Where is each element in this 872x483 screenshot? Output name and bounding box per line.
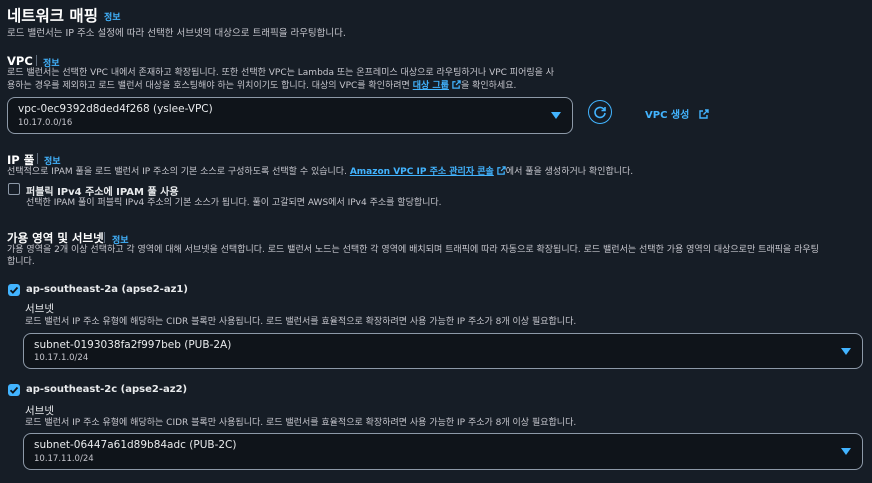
vpc-select-cidr: 10.17.0.0/16 [18, 118, 73, 128]
refresh-button[interactable] [588, 100, 612, 124]
subnet-select-value: subnet-0193038fa2f997beb (PUB-2A) [34, 339, 232, 351]
create-vpc-link[interactable]: VPC 생성 [645, 106, 709, 121]
section-title: 네트워크 매핑 [7, 7, 98, 25]
az-label-divider [104, 232, 105, 243]
section-info-link[interactable]: 정보 [104, 10, 121, 23]
caret-down-icon [841, 348, 851, 355]
subnet-select-cidr: 10.17.1.0/24 [34, 353, 89, 363]
subnet-label: 서브넷 [25, 303, 54, 315]
ip-pool-description-text: 선택적으로 IPAM 풀을 로드 밸런서 IP 주소의 기본 소스로 구성하도록… [7, 167, 350, 177]
az-name-ap-southeast-2c[interactable]: ap-southeast-2c (apse2-az2) [26, 384, 187, 395]
target-group-link[interactable]: 대상 그룹 [412, 80, 461, 91]
ipam-pool-checkbox[interactable] [8, 183, 20, 195]
subnet-select-ap-southeast-2a[interactable]: subnet-0193038fa2f997beb (PUB-2A) 10.17.… [23, 333, 863, 369]
subnet-description: 로드 밸런서 IP 주소 유형에 해당하는 CIDR 블록만 사용됩니다. 로드… [25, 418, 577, 428]
vpc-description-suffix: 을 확인하세요. [460, 81, 517, 91]
checkmark-icon [9, 386, 19, 394]
caret-down-icon [551, 112, 561, 119]
checkmark-icon [9, 286, 19, 294]
vpc-description-text: 용하는 경우를 제외하고 로드 밸런서 대상을 호스팅해야 하는 위치이기도 합… [7, 81, 413, 91]
ipam-pool-checkbox-description: 선택한 IPAM 풀이 퍼블릭 IPv4 주소의 기본 소스가 됩니다. 풀이 … [26, 198, 442, 208]
external-link-icon [497, 166, 506, 175]
subnet-select-ap-southeast-2c[interactable]: subnet-06447a61d89b84adc (PUB-2C) 10.17.… [23, 433, 863, 470]
ipam-console-link-label: Amazon VPC IP 주소 관리자 콘솔 [349, 167, 494, 177]
caret-down-icon [841, 448, 851, 455]
vpc-label: VPC [7, 54, 33, 68]
vpc-select-value: vpc-0ec9392d8ded4f268 (yslee-VPC) [18, 103, 213, 115]
target-group-link-label: 대상 그룹 [412, 81, 449, 91]
az-description-line1: 가용 영역을 2개 이상 선택하고 각 영역에 대해 서브넷을 선택합니다. 로… [7, 245, 819, 255]
vpc-label-divider [36, 55, 37, 66]
refresh-icon [594, 106, 606, 119]
vpc-description-line1: 로드 밸런서는 선택한 VPC 내에서 존재하고 확장됩니다. 또한 선택한 V… [7, 68, 555, 78]
subnet-select-value: subnet-06447a61d89b84adc (PUB-2C) [34, 439, 237, 451]
external-link-icon [452, 80, 461, 89]
subnet-description: 로드 밸런서 IP 주소 유형에 해당하는 CIDR 블록만 사용됩니다. 로드… [25, 317, 577, 327]
ip-pool-description-suffix: 에서 풀을 생성하거나 확인합니다. [505, 167, 634, 177]
external-link-icon [699, 109, 709, 119]
az-checkbox-ap-southeast-2c[interactable] [8, 384, 20, 396]
section-description: 로드 밸런서는 IP 주소 설정에 따라 선택한 서브넷의 대상으로 트래픽을 … [7, 28, 346, 39]
az-description-line2: 합니다. [7, 257, 35, 267]
az-checkbox-ap-southeast-2a[interactable] [8, 284, 20, 296]
create-vpc-label: VPC 생성 [645, 110, 690, 121]
ip-pool-label-divider [37, 153, 38, 164]
vpc-description-line2: 용하는 경우를 제외하고 로드 밸런서 대상을 호스팅해야 하는 위치이기도 합… [7, 80, 516, 93]
ip-pool-description: 선택적으로 IPAM 풀을 로드 밸런서 IP 주소의 기본 소스로 구성하도록… [7, 166, 633, 179]
ipam-pool-checkbox-label[interactable]: 퍼블릭 IPv4 주소에 IPAM 풀 사용 [26, 183, 179, 198]
ipam-console-link[interactable]: Amazon VPC IP 주소 관리자 콘솔 [349, 166, 506, 177]
az-name-ap-southeast-2a[interactable]: ap-southeast-2a (apse2-az1) [26, 284, 188, 295]
subnet-select-cidr: 10.17.11.0/24 [34, 454, 94, 464]
subnet-label: 서브넷 [25, 405, 54, 417]
vpc-select[interactable]: vpc-0ec9392d8ded4f268 (yslee-VPC) 10.17.… [7, 97, 573, 134]
